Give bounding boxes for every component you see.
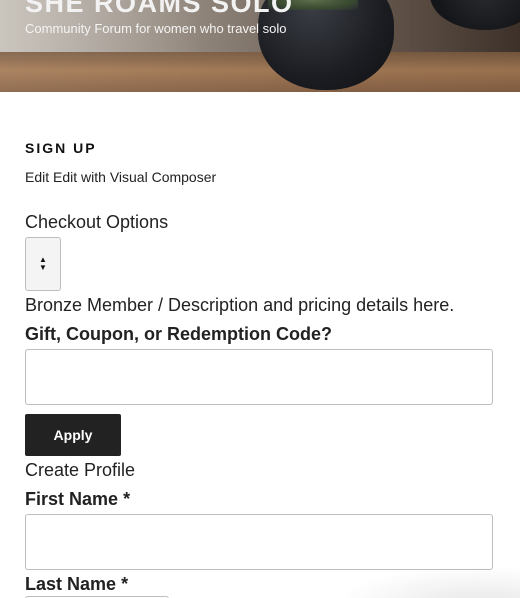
site-header-banner: SHE ROAMS SOLO Community Forum for women… (0, 0, 520, 92)
arrow-down-icon: ▼ (39, 263, 47, 272)
last-name-label-text: Last Name (25, 574, 117, 594)
membership-level-select[interactable]: ▲ ▼ (25, 237, 61, 291)
page-title: SIGN UP (25, 140, 97, 156)
first-name-label-text: First Name (25, 489, 119, 509)
first-name-input[interactable] (25, 514, 493, 570)
membership-level-description: Bronze Member / Description and pricing … (25, 295, 455, 315)
checkout-options-heading: Checkout Options (25, 212, 169, 232)
banner-background-table (0, 52, 520, 92)
edit-link[interactable]: Edit Edit with Visual Composer (25, 169, 216, 185)
first-name-label: First Name * (25, 489, 130, 510)
required-marker: * (121, 574, 129, 594)
create-profile-heading: Create Profile (25, 460, 136, 480)
site-description: Community Forum for women who travel sol… (25, 21, 287, 36)
select-arrows-icon: ▲ ▼ (26, 238, 60, 290)
required-marker: * (123, 489, 131, 509)
last-name-label: Last Name * (25, 574, 128, 595)
coupon-code-label: Gift, Coupon, or Redemption Code? (25, 324, 332, 344)
floating-widget-shadow (340, 568, 520, 598)
apply-coupon-button[interactable]: Apply (25, 414, 121, 456)
coupon-code-input[interactable] (25, 349, 493, 405)
site-title[interactable]: SHE ROAMS SOLO (25, 0, 294, 19)
edit-links[interactable]: Edit Edit with Visual Composer (25, 169, 216, 185)
